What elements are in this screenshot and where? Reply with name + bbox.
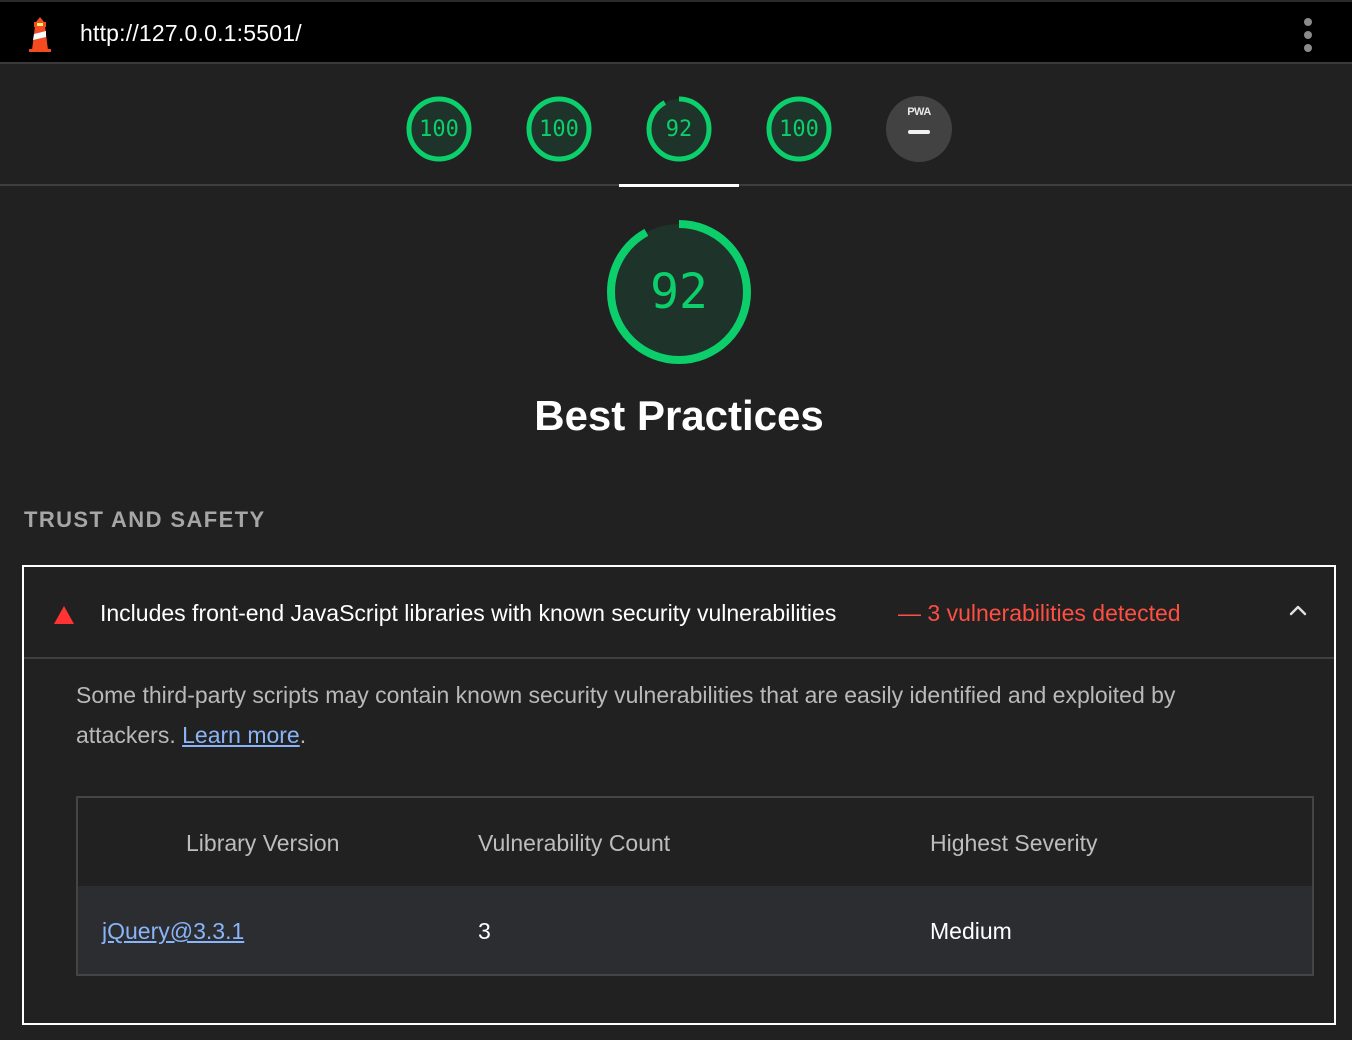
gauge-best-practices[interactable]: 92 — [646, 96, 712, 162]
audit-display-value: — 3 vulnerabilities detected — [898, 600, 1181, 626]
gauge-seo[interactable]: 100 — [766, 96, 832, 162]
table-header-row: Library Version Vulnerability Count High… — [78, 798, 1312, 886]
header-highest-severity: Highest Severity — [930, 830, 1098, 856]
count-cell: 3 — [478, 918, 491, 944]
table-row: jQuery@3.3.1 3 Medium — [78, 886, 1312, 974]
header-vulnerability-count: Vulnerability Count — [478, 830, 671, 856]
category-score: 92 — [650, 264, 708, 320]
gauge-performance[interactable]: 100 — [406, 96, 472, 162]
category-gauges: 100 100 92 100 PWA — [0, 64, 1352, 186]
gauge-score: 100 — [779, 116, 819, 142]
library-cell: jQuery@3.3.1 — [102, 918, 244, 945]
learn-more-link[interactable]: Learn more — [182, 722, 300, 748]
audit-group-title: TRUST AND SAFETY — [24, 507, 266, 532]
vulnerability-table: Library Version Vulnerability Count High… — [76, 796, 1314, 976]
gauge-score: 100 — [539, 116, 579, 142]
report-topbar: http://127.0.0.1:5501/ — [0, 0, 1352, 64]
chevron-up-icon[interactable] — [1286, 599, 1310, 623]
severity-cell: Medium — [930, 918, 1012, 944]
pwa-label: PWA — [907, 106, 931, 118]
library-link[interactable]: jQuery@3.3.1 — [102, 918, 244, 944]
active-tab-indicator — [619, 184, 739, 187]
category-title: Best Practices — [534, 392, 824, 439]
pwa-dash-icon — [908, 130, 930, 134]
audit-card: Includes front-end JavaScript libraries … — [22, 565, 1336, 1025]
gauge-accessibility[interactable]: 100 — [526, 96, 592, 162]
description-period: . — [299, 722, 307, 748]
gauge-pwa[interactable]: PWA — [886, 96, 952, 162]
header-library-version: Library Version — [186, 830, 340, 856]
category-score-gauge: 92 — [604, 217, 754, 367]
audit-title: Includes front-end JavaScript libraries … — [100, 600, 837, 626]
lighthouse-icon — [29, 17, 51, 52]
kebab-menu-icon[interactable] — [1298, 18, 1318, 52]
fail-triangle-icon — [54, 606, 74, 624]
audit-description: Some third-party scripts may contain kno… — [76, 675, 1276, 755]
audit-header[interactable]: Includes front-end JavaScript libraries … — [24, 567, 1334, 659]
page-url: http://127.0.0.1:5501/ — [80, 20, 302, 46]
gauge-score: 100 — [419, 116, 459, 142]
gauge-score: 92 — [665, 116, 693, 142]
